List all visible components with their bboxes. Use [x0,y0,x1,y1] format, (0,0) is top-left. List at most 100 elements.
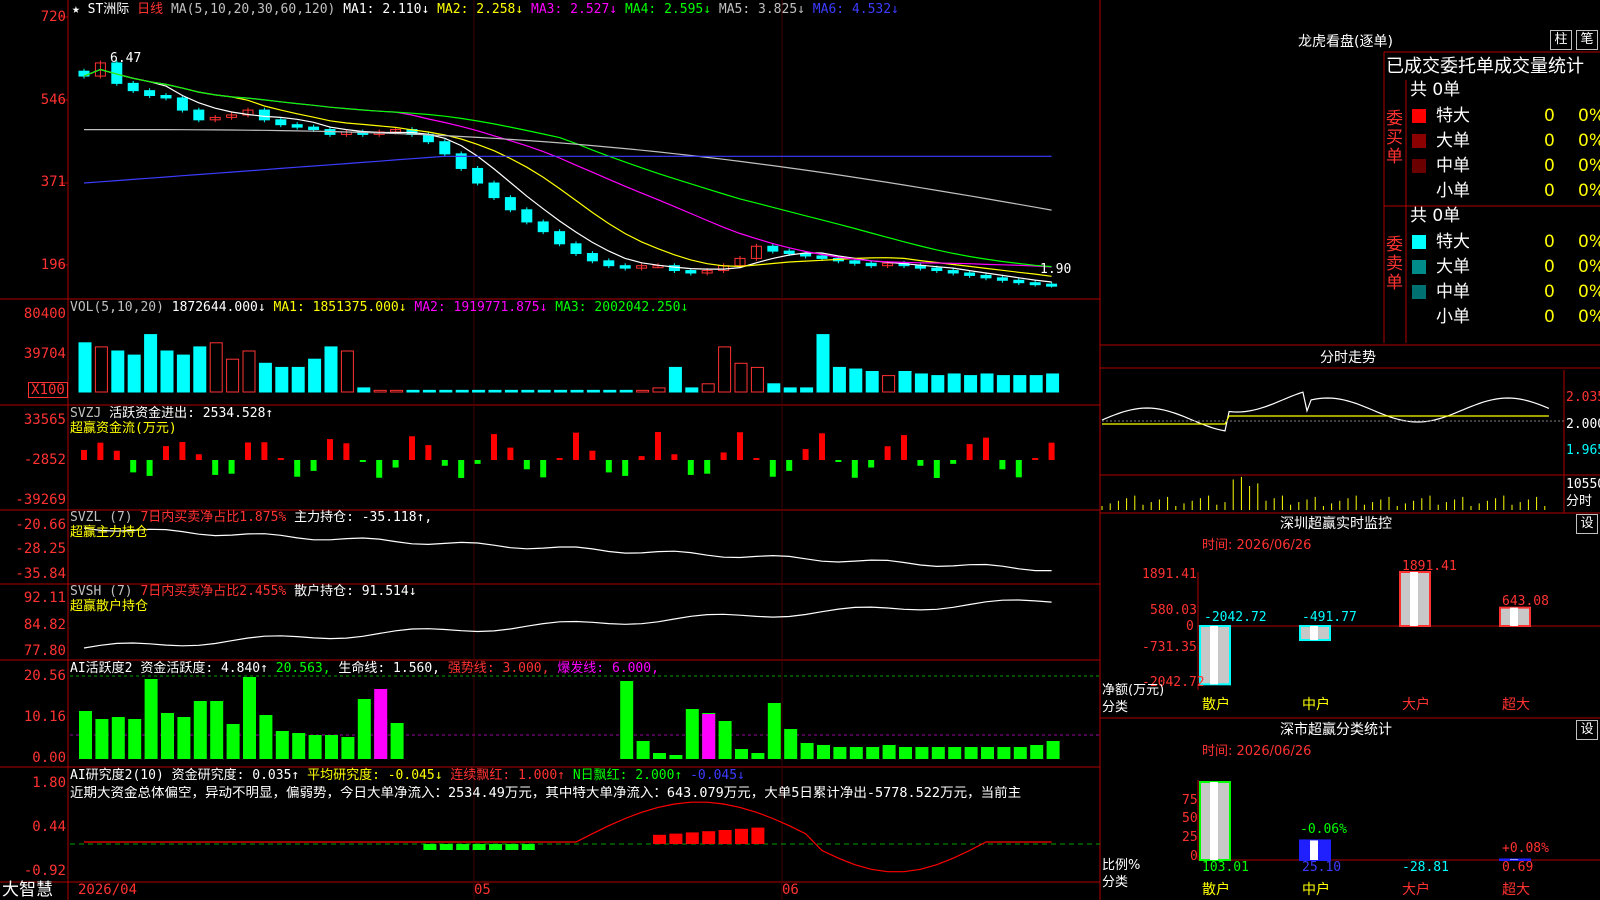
activity-bar [210,701,224,759]
chart-canvas [0,0,1600,900]
row-count: 0 [1544,257,1555,277]
x-date-2: 05 [474,882,491,898]
fund-flow-bar [901,435,907,460]
volume-bar [373,389,387,393]
volume-bar [931,375,945,393]
sc-settings-button[interactable]: 设 [1576,720,1598,740]
ai1-header: AI活跃度2 资金活跃度: 4.840↑ 20.563, 生命线: 1.560,… [70,661,659,676]
activity-bar [964,747,978,759]
svzl-axis-1: -20.66 [15,517,66,533]
buy-total: 共 0单 [1410,80,1461,100]
volume-bar [144,334,158,393]
activity-bar [800,743,814,759]
activity-bar [669,755,683,759]
svsh-subtitle: 超赢散户持仓 [70,599,149,614]
candle-body [308,126,320,131]
fund-flow-bar [687,460,694,475]
fund-flow-bar [425,445,432,460]
fund-flow-bar [704,460,711,474]
candle-body [570,243,582,255]
candle-body [537,221,549,233]
svzl-header: SVZL (7) 7日内买卖净占比1.875% 主力持仓: -35.118↑, [70,510,432,525]
sz-cat-2: 大户 [1402,697,1430,713]
activity-bar [735,749,748,759]
volume-bar [242,350,256,393]
volume-bar [455,389,469,393]
candle-body [1013,279,1025,284]
candle-body [258,109,270,121]
favorite-icon[interactable]: ★ [72,2,80,17]
sz-bar-highlight [1310,626,1318,641]
sz-cat-3: 超大 [1502,697,1530,713]
fund-flow-bar [277,458,284,460]
row-name: 特大 [1436,106,1470,126]
activity-bar [636,741,650,759]
volume-bar [488,389,502,393]
activity-bar [111,717,125,759]
row-name: 中单 [1436,282,1470,302]
volume-bar [570,389,584,393]
legend-swatch [1412,260,1426,274]
candle-body [1046,283,1058,287]
lhb-title: 龙虎看盘(逐单) [1298,34,1393,50]
ai1-axis-3: 0.00 [32,750,66,766]
fund-flow-bar [294,460,301,477]
sc-ylabel: 比例% [1102,858,1141,873]
activity-bar [161,713,174,759]
intraday-price-1: 2.035 [1566,390,1600,405]
sc-stats-title: 深市超赢分类统计 [1280,722,1392,738]
buy-side-label: 委买单 [1386,109,1403,167]
intraday-vol-max: 10550 [1566,477,1600,492]
row-pct: 0% [1578,131,1600,151]
sz-val-3: 643.08 [1502,594,1549,609]
buy-row-2: 中单 0 0% [1408,154,1600,178]
volume-bar [291,366,305,393]
ma-line-6 [83,155,1052,184]
legend-swatch [1412,285,1426,299]
sz-cat-1: 中户 [1302,697,1330,713]
activity-bar [948,747,962,759]
ai2-a: 资金研究度: 0.035↑ [171,768,300,783]
candle-body [865,262,877,267]
activity-bar [341,737,355,759]
fund-flow-bar [491,434,497,460]
sz-time: 时间: 2026/06/26 [1202,538,1312,553]
volume-bar [275,366,289,393]
bar-mode-button[interactable]: 柱 [1550,30,1572,50]
volume-bar [832,366,846,393]
sz-cat-0: 散户 [1202,697,1230,713]
volume-bar [1013,375,1027,393]
period-label[interactable]: 日线 [137,2,163,17]
activity-bar [833,747,847,759]
main-header: ★ ST洲际 日线 MA(5,10,20,30,60,120) MA1: 2.1… [72,2,899,17]
activity-bar [1030,745,1044,759]
fund-flow-bar [851,460,858,478]
sc-time: 时间: 2026/06/26 [1202,744,1312,759]
volume-bar [767,383,781,393]
volume-bar [472,389,486,393]
ma-line-3 [83,68,1052,268]
candle-body [160,95,172,99]
activity-bar [193,701,207,759]
volume-bar [914,373,928,393]
candle-body [996,277,1008,281]
vol-header: VOL(5,10,20) 1872644.000↓ MA1: 1851375.0… [70,300,688,315]
ai2-b: 平均研究度: -0.045↓ [307,768,443,783]
volume-bar [324,346,338,393]
research-bar [735,828,748,844]
research-bar [718,830,732,844]
svzj-axis-3: -39269 [15,492,66,508]
ai1-a: 资金活跃度: 4.840↑ [140,661,268,676]
volume-bar [619,389,633,393]
sc-cat-3: 超大 [1502,882,1530,898]
fund-flow-bar [1048,442,1055,460]
legend-swatch [1412,310,1426,324]
fund-flow-bar [113,450,120,460]
intraday-title: 分时走势 [1320,350,1376,366]
tick-mode-button[interactable]: 笔 [1576,30,1598,50]
volume-bar [94,346,108,393]
buy-row-0: 特大 0 0% [1408,104,1600,128]
svzl-hold: 主力持仓: -35.118↑, [294,510,433,525]
vol-unit[interactable]: X100 [28,382,68,398]
sz-settings-button[interactable]: 设 [1576,514,1598,534]
